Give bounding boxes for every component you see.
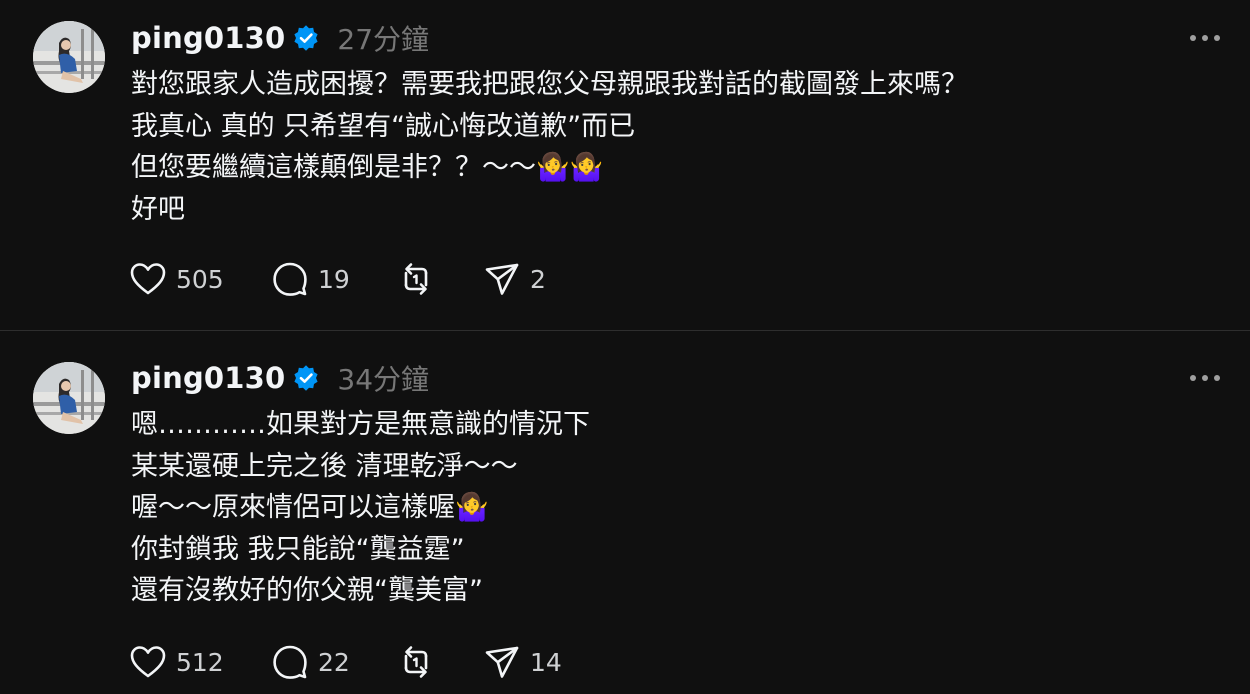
heart-icon xyxy=(130,263,166,295)
share-icon xyxy=(485,646,519,678)
share-count: 14 xyxy=(530,647,562,677)
post-text-line: 還有沒教好的你父親“龔美富” xyxy=(131,575,483,606)
reply-icon xyxy=(273,645,307,679)
like-count: 512 xyxy=(176,647,224,677)
more-options-icon[interactable] xyxy=(1190,28,1220,48)
repost-icon xyxy=(404,646,428,678)
reply-button[interactable]: 19 xyxy=(271,260,397,298)
threads-feed: ping0130 27分鐘 對您跟家人造成困擾？需要我把跟您父母親跟我對話的截圖… xyxy=(0,0,1250,694)
reply-icon xyxy=(273,262,307,296)
share-button[interactable]: 2 xyxy=(483,260,546,298)
post-text: 嗯…………如果對方是無意識的情況下 某某還硬上完之後 清理乾淨～～ 喔～～原來情… xyxy=(131,404,1191,612)
reply-count: 19 xyxy=(318,264,350,294)
verified-badge-icon xyxy=(293,365,319,391)
verified-badge-icon xyxy=(293,25,319,51)
more-options-icon[interactable] xyxy=(1190,368,1220,388)
reply-count: 22 xyxy=(318,647,350,677)
reply-button[interactable]: 22 xyxy=(271,643,397,681)
post-text-line: 你封鎖我 我只能說“龔益霆” xyxy=(131,533,465,565)
post-text-line: 對您跟家人造成困擾？需要我把跟您父母親跟我對話的截圖發上來嗎？ xyxy=(131,69,968,100)
post-text-line: 某某還硬上完之後 清理乾淨～～ xyxy=(131,450,518,482)
like-count: 505 xyxy=(176,264,224,294)
post-header: ping0130 34分鐘 xyxy=(131,358,429,398)
like-button[interactable]: 505 xyxy=(129,260,271,298)
post-text-line: 喔～～原來情侶可以這樣喔🤷‍♀️ xyxy=(131,492,489,523)
post-header: ping0130 27分鐘 xyxy=(131,18,429,58)
post-text: 對您跟家人造成困擾？需要我把跟您父母親跟我對話的截圖發上來嗎？ 我真心 真的 只… xyxy=(131,64,1191,230)
post-time[interactable]: 34分鐘 xyxy=(337,358,429,398)
post: ping0130 27分鐘 對您跟家人造成困擾？需要我把跟您父母親跟我對話的截圖… xyxy=(0,0,1250,330)
repost-icon xyxy=(404,263,428,295)
avatar[interactable] xyxy=(33,362,105,434)
avatar[interactable] xyxy=(33,21,105,93)
like-button[interactable]: 512 xyxy=(129,643,271,681)
post-actions: 505 19 2 xyxy=(129,259,546,299)
post: ping0130 34分鐘 嗯…………如果對方是無意識的情況下 某某還硬上完之後… xyxy=(0,331,1250,694)
username[interactable]: ping0130 xyxy=(131,21,285,55)
post-text-line: 我真心 真的 只希望有“誠心悔改道歉”而已 xyxy=(131,110,636,142)
share-button[interactable]: 14 xyxy=(483,643,562,681)
share-count: 2 xyxy=(530,264,546,294)
post-text-line: 但您要繼續這樣顛倒是非？？～～🤷‍♀️🤷‍♀️ xyxy=(131,152,604,183)
heart-icon xyxy=(130,646,166,678)
username[interactable]: ping0130 xyxy=(131,361,285,395)
post-time[interactable]: 27分鐘 xyxy=(337,18,429,58)
share-icon xyxy=(485,263,519,295)
repost-button[interactable] xyxy=(397,260,483,298)
post-text-line: 好吧 xyxy=(131,193,185,225)
post-text-line: 嗯…………如果對方是無意識的情況下 xyxy=(131,409,590,440)
repost-button[interactable] xyxy=(397,643,483,681)
post-actions: 512 22 14 xyxy=(129,642,562,682)
